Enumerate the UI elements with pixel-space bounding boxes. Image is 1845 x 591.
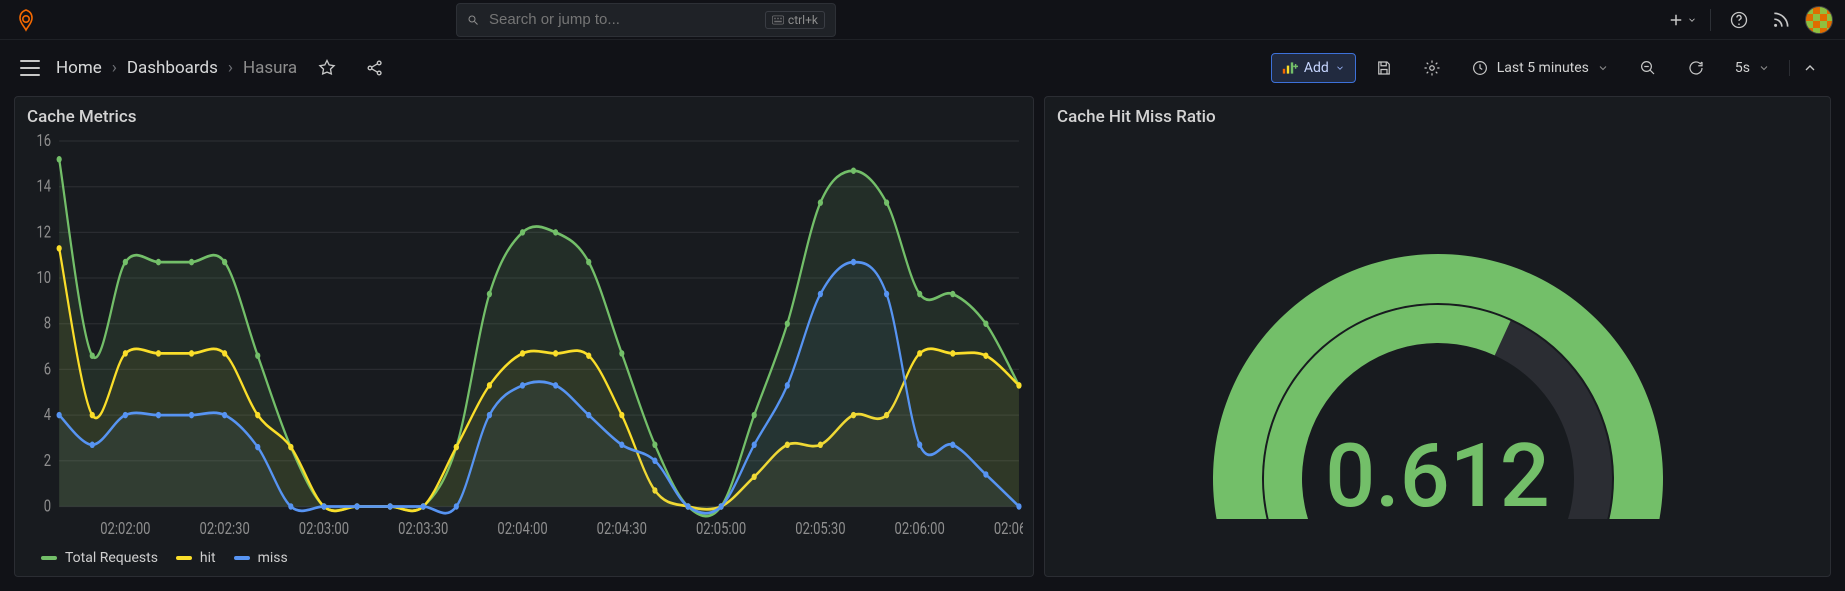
refresh-interval-picker[interactable]: 5s [1724, 53, 1781, 83]
legend-label: hit [200, 550, 216, 566]
add-label: Add [1304, 60, 1329, 76]
kbd-text: ctrl+k [788, 13, 818, 27]
save-icon [1375, 59, 1393, 77]
panel-cache-metrics[interactable]: Cache Metrics 0 2 4 6 8 10 12 14 16 02:02:00 02:02… [14, 96, 1034, 577]
grafana-logo-icon[interactable] [12, 6, 40, 34]
save-button[interactable] [1364, 52, 1404, 84]
time-range-picker[interactable]: Last 5 minutes [1460, 52, 1620, 84]
gauge-chart[interactable]: 0.612 [1045, 131, 1830, 576]
svg-text:02:02:00: 02:02:00 [100, 519, 150, 539]
svg-text:02:04:00: 02:04:00 [497, 519, 547, 539]
help-icon[interactable] [1721, 4, 1757, 36]
chevron-down-icon [1597, 62, 1609, 74]
global-topbar: ctrl+k [0, 0, 1845, 40]
svg-text:02:03:00: 02:03:00 [299, 519, 349, 539]
svg-text:02:03:30: 02:03:30 [398, 519, 448, 539]
gauge-value-text: 0.612 [1045, 425, 1830, 528]
add-panel-button[interactable]: Add [1271, 53, 1356, 83]
svg-text:0: 0 [44, 496, 51, 516]
line-chart[interactable]: 0 2 4 6 8 10 12 14 16 02:02:00 02:02:30 02:03:00 02:… [15, 131, 1033, 544]
chevron-down-icon [1335, 63, 1345, 73]
legend-label: miss [258, 550, 288, 566]
refresh-button[interactable] [1676, 52, 1716, 84]
search-icon [467, 12, 479, 28]
panel-cache-hit-miss-ratio[interactable]: Cache Hit Miss Ratio 0.612 [1044, 96, 1831, 577]
search-kbd-hint: ctrl+k [765, 11, 825, 29]
dashboard-panels: Cache Metrics 0 2 4 6 8 10 12 14 16 02:02:00 02:02… [0, 96, 1845, 591]
settings-button[interactable] [1412, 52, 1452, 84]
chevron-right-icon: › [112, 58, 117, 78]
svg-text:02:02:30: 02:02:30 [200, 519, 250, 539]
svg-text:16: 16 [36, 131, 51, 150]
breadcrumb-current: Hasura [243, 58, 297, 78]
breadcrumb-home[interactable]: Home [56, 58, 102, 78]
svg-text:14: 14 [36, 176, 51, 196]
topbar-right [1664, 4, 1833, 36]
user-avatar[interactable] [1805, 6, 1833, 34]
svg-text:02:05:30: 02:05:30 [795, 519, 845, 539]
news-feed-icon[interactable] [1763, 4, 1799, 36]
divider [1710, 9, 1711, 31]
svg-text:6: 6 [44, 359, 51, 379]
legend-label: Total Requests [65, 550, 158, 566]
dashboard-toolbar: Home › Dashboards › Hasura Add Last 5 mi… [0, 40, 1845, 96]
chevron-down-icon [1758, 62, 1770, 74]
refresh-icon [1687, 59, 1705, 77]
menu-toggle-icon[interactable] [16, 54, 44, 82]
share-icon[interactable] [357, 52, 393, 84]
global-search[interactable]: ctrl+k [456, 3, 836, 37]
search-input[interactable] [487, 10, 757, 29]
panel-title: Cache Metrics [15, 97, 1033, 131]
legend-item-total[interactable]: Total Requests [41, 550, 158, 566]
svg-text:02:05:00: 02:05:00 [696, 519, 746, 539]
legend-swatch [176, 556, 192, 560]
time-range-label: Last 5 minutes [1497, 60, 1589, 76]
gear-icon [1423, 59, 1441, 77]
chart-legend: Total Requests hit miss [15, 544, 1033, 576]
svg-text:8: 8 [44, 313, 51, 333]
svg-text:12: 12 [36, 222, 51, 242]
svg-text:02:06:00: 02:06:00 [895, 519, 945, 539]
chevron-up-icon [1802, 60, 1818, 76]
add-menu-button[interactable] [1664, 4, 1700, 36]
legend-item-hit[interactable]: hit [176, 550, 216, 566]
legend-swatch [41, 556, 57, 560]
svg-text:02:06:30: 02:06:30 [994, 519, 1023, 539]
clock-icon [1471, 59, 1489, 77]
zoom-out-button[interactable] [1628, 52, 1668, 84]
refresh-interval-label: 5s [1735, 60, 1750, 76]
chevron-right-icon: › [228, 58, 233, 78]
panel-add-icon [1282, 61, 1298, 75]
toolbar-right: Add Last 5 minutes 5s [1271, 52, 1829, 84]
legend-item-miss[interactable]: miss [234, 550, 288, 566]
svg-text:02:04:30: 02:04:30 [597, 519, 647, 539]
breadcrumb-dashboards[interactable]: Dashboards [127, 58, 218, 78]
panel-title: Cache Hit Miss Ratio [1045, 97, 1830, 131]
breadcrumb: Home › Dashboards › Hasura [56, 58, 297, 78]
cycle-view-mode-button[interactable] [1789, 60, 1829, 76]
favorite-star-icon[interactable] [309, 52, 345, 84]
svg-text:2: 2 [44, 450, 51, 470]
svg-text:4: 4 [44, 405, 51, 425]
svg-text:10: 10 [36, 268, 51, 288]
zoom-out-icon [1639, 59, 1657, 77]
legend-swatch [234, 556, 250, 560]
